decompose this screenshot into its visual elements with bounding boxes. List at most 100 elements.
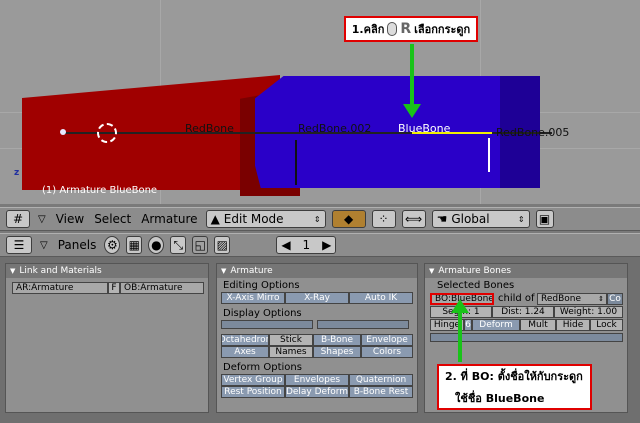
frame-value: 1 bbox=[302, 238, 311, 252]
parent-bone-value: RedBone bbox=[541, 294, 582, 304]
envelope-button[interactable]: Envelope bbox=[361, 334, 413, 346]
chevron-updown-icon: ⇕ bbox=[313, 214, 321, 224]
window-type-buttons-icon[interactable]: ☰ bbox=[6, 236, 32, 254]
editing-options-label: Editing Options bbox=[223, 280, 300, 291]
collapse-triangle-icon[interactable]: ▽ bbox=[36, 214, 48, 225]
shading-context-icon[interactable]: ● bbox=[148, 236, 165, 254]
collapse-triangle-icon: ▼ bbox=[429, 267, 435, 275]
collapse-triangle-icon[interactable]: ▽ bbox=[38, 240, 50, 251]
instruction-callout-2: 2. ที่ BO: ตั้งชื่อให้กับกระดูก ใช้ชื่อ … bbox=[437, 364, 592, 410]
display-options-label: Display Options bbox=[223, 308, 302, 319]
panel-title: Armature bbox=[230, 266, 273, 276]
envelopes-button[interactable]: Envelopes bbox=[285, 374, 349, 386]
scene-context-icon[interactable]: ▨ bbox=[214, 236, 231, 254]
names-button[interactable]: Names bbox=[269, 346, 313, 358]
callout-key: R bbox=[400, 21, 412, 37]
quaternion-button[interactable]: Quaternion bbox=[349, 374, 413, 386]
arrow-up-icon bbox=[458, 310, 462, 362]
chevron-left-icon: ◀ bbox=[281, 238, 291, 252]
callout-prefix: 1.คลิก bbox=[351, 23, 385, 36]
object-context-icon[interactable]: ⤡ bbox=[170, 236, 187, 254]
hide-button[interactable]: Hide bbox=[556, 319, 590, 331]
connected-button[interactable]: Co bbox=[607, 293, 623, 305]
octahedron-button[interactable]: Octahedron bbox=[221, 334, 269, 346]
object-name-field[interactable]: OB:Armature bbox=[120, 282, 204, 294]
menu-view[interactable]: View bbox=[54, 212, 86, 226]
viewport-status: (1) Armature BlueBone bbox=[42, 185, 158, 196]
collapse-triangle-icon: ▼ bbox=[10, 267, 16, 275]
x-axis-mirror-button[interactable]: X-Axis Mirro bbox=[221, 292, 285, 304]
armature-panel: ▼ Armature Editing Options X-Axis Mirro … bbox=[216, 263, 418, 413]
x-ray-button[interactable]: X-Ray bbox=[285, 292, 349, 304]
chevron-updown-icon: ⇕ bbox=[598, 295, 604, 303]
bone-label-redbone: RedBone bbox=[185, 122, 234, 135]
mouse-icon bbox=[387, 22, 398, 36]
armature-data-field[interactable]: AR:Armature bbox=[12, 282, 108, 294]
rest-position-button[interactable]: Rest Position bbox=[221, 386, 285, 398]
vertex-group-button[interactable]: Vertex Group bbox=[221, 374, 285, 386]
bone-label-redbone-002: RedBone.002 bbox=[298, 122, 372, 135]
instruction-callout-1: 1.คลิก R เลือกกระดูก bbox=[344, 16, 478, 42]
callout-suffix: เลือกกระดูก bbox=[414, 23, 471, 36]
menu-select[interactable]: Select bbox=[92, 212, 133, 226]
bone-head-dot bbox=[60, 129, 66, 135]
dist-field[interactable]: Dist: 1.24 bbox=[492, 306, 554, 318]
menu-armature[interactable]: Armature bbox=[139, 212, 199, 226]
panel-header[interactable]: ▼ Armature bbox=[217, 264, 417, 278]
axes-button[interactable]: Axes bbox=[221, 346, 269, 358]
draw-type-button[interactable]: ◆ bbox=[331, 210, 366, 228]
callout-line-2: ใช้ชื่อ BlueBone bbox=[455, 392, 545, 405]
mode-select[interactable]: ▲ Edit Mode ⇕ bbox=[205, 210, 326, 228]
b-bone-rest-button[interactable]: B-Bone Rest bbox=[349, 386, 413, 398]
arrow-down-icon bbox=[410, 44, 414, 106]
chevron-updown-icon: ⇕ bbox=[517, 214, 525, 224]
panel-header[interactable]: ▼ Link and Materials bbox=[6, 264, 208, 278]
stick-button[interactable]: Stick bbox=[269, 334, 313, 346]
callout-line-1: 2. ที่ BO: ตั้งชื่อให้กับกระดูก bbox=[445, 370, 583, 383]
panel-title: Link and Materials bbox=[19, 266, 102, 276]
fake-user-button[interactable]: F bbox=[108, 282, 120, 294]
align-button[interactable]: ⟺ bbox=[401, 210, 426, 228]
panel-title: Armature Bones bbox=[438, 266, 512, 276]
bone-axis-gizmo bbox=[295, 140, 297, 185]
chevron-right-icon: ▶ bbox=[322, 238, 332, 252]
layer-buttons-right[interactable] bbox=[317, 320, 409, 329]
weight-field[interactable]: Weight: 1.00 bbox=[554, 306, 623, 318]
deform-button[interactable]: Deform bbox=[472, 319, 520, 331]
bone-label-redbone-005: RedBone.005 bbox=[496, 126, 570, 139]
link-materials-panel: ▼ Link and Materials AR:Armature F OB:Ar… bbox=[5, 263, 209, 413]
layer-buttons-left[interactable] bbox=[221, 320, 313, 329]
logic-context-icon[interactable]: ⚙ bbox=[104, 236, 121, 254]
bone-label-bluebone: BlueBone bbox=[398, 122, 451, 135]
orientation-select[interactable]: ☚ Global ⇕ bbox=[431, 210, 530, 228]
edit-mode-icon: ▲ bbox=[210, 212, 220, 226]
render-icon[interactable]: ▣ bbox=[535, 210, 554, 228]
collapse-triangle-icon: ▼ bbox=[221, 267, 227, 275]
auto-ik-button[interactable]: Auto IK bbox=[349, 292, 413, 304]
mode-label: Edit Mode bbox=[223, 212, 284, 226]
viewport-header: # ▽ View Select Armature ▲ Edit Mode ⇕ ◆… bbox=[0, 207, 640, 231]
3d-cursor-icon[interactable] bbox=[97, 123, 117, 143]
window-type-grid-icon[interactable]: # bbox=[6, 210, 30, 228]
deform-options-label: Deform Options bbox=[223, 362, 302, 373]
frame-number-field[interactable]: ◀ 1 ▶ bbox=[276, 236, 337, 254]
delay-deform-button[interactable]: Delay Deform bbox=[285, 386, 349, 398]
arrow-head-icon bbox=[403, 104, 421, 118]
axis-indicator-icon: z bbox=[14, 168, 20, 178]
editing-context-icon[interactable]: ◱ bbox=[192, 236, 209, 254]
b-bone-button[interactable]: B-Bone bbox=[313, 334, 361, 346]
buttons-window: ▼ Link and Materials AR:Armature F OB:Ar… bbox=[0, 257, 640, 423]
lock-button[interactable]: Lock bbox=[590, 319, 623, 331]
parent-bone-select[interactable]: RedBone ⇕ bbox=[537, 293, 607, 305]
orientation-label: Global bbox=[451, 212, 490, 226]
panels-label[interactable]: Panels bbox=[56, 238, 99, 252]
mult-button[interactable]: Mult bbox=[520, 319, 556, 331]
colors-button[interactable]: Colors bbox=[361, 346, 413, 358]
buttons-header: ☰ ▽ Panels ⚙ ▦ ● ⤡ ◱ ▨ ◀ 1 ▶ bbox=[0, 233, 640, 257]
shapes-button[interactable]: Shapes bbox=[313, 346, 361, 358]
3d-viewport[interactable]: RedBone RedBone.002 BlueBone RedBone.005… bbox=[0, 0, 640, 204]
panel-header[interactable]: ▼ Armature Bones bbox=[425, 264, 627, 278]
script-context-icon[interactable]: ▦ bbox=[126, 236, 143, 254]
pivot-button[interactable]: ⁘ bbox=[371, 210, 396, 228]
hand-icon: ☚ bbox=[436, 212, 448, 226]
